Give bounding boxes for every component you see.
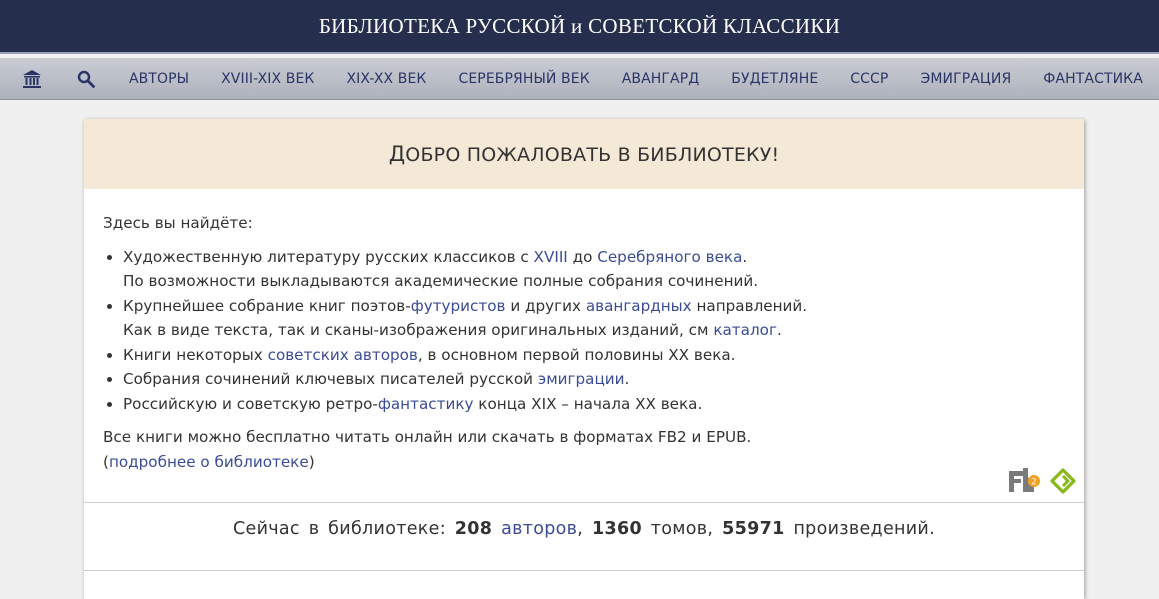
welcome-banner: ДОБРО ПОЖАЛОВАТЬ В БИБЛИОТЕКУ! [84,119,1084,189]
nav-item-avant-garde[interactable]: АВАНГАРД [622,71,700,87]
nav-item-silver-age[interactable]: СЕРЕБРЯНЫЙ ВЕК [458,71,589,87]
nav-item-sci-fi[interactable]: ФАНТАСТИКА [1043,71,1143,87]
fb2-format-icon[interactable]: 2 [1009,468,1042,498]
list-item: Собрания сочинений ключевых писателей ру… [123,367,1065,392]
authors-link[interactable]: авторов [501,519,577,539]
svg-text:2: 2 [1031,478,1037,488]
main-nav: АВТОРЫ XVIII-XIX ВЕК XIX-XX ВЕК СЕРЕБРЯН… [0,58,1159,100]
features-list: Художественную литературу русских класси… [103,245,1065,417]
nav-item-emigration[interactable]: ЭМИГРАЦИЯ [920,71,1011,87]
link-sci-fi[interactable]: фантастику [378,395,474,413]
site-header: БИБЛИОТЕКА РУССКОЙ и СОВЕТСКОЙ КЛАССИКИ [0,0,1159,54]
link-futurists[interactable]: футуристов [411,297,506,315]
welcome-card: ДОБРО ПОЖАЛОВАТЬ В БИБЛИОТЕКУ! Здесь вы … [84,119,1084,599]
list-item: Крупнейшее собрание книг поэтов-футурист… [123,294,1065,343]
list-item: Художественную литературу русских класси… [123,245,1065,294]
divider [84,570,1084,571]
nav-item-budetlyane[interactable]: БУДЕТЛЯНЕ [731,71,818,87]
site-title[interactable]: БИБЛИОТЕКА РУССКОЙ и СОВЕТСКОЙ КЛАССИКИ [319,14,840,39]
library-stats: Сейчас в библиотеке: 208 авторов, 1360 т… [233,519,935,539]
volumes-count: 1360 [592,519,642,539]
intro-content: Здесь вы найдёте: Художественную литерат… [84,189,1084,474]
link-avant-garde[interactable]: авангардных [586,297,692,315]
link-emigration[interactable]: эмиграции [538,370,625,388]
list-item: Книги некоторых советских авторов, в осн… [123,343,1065,368]
nav-item-ussr[interactable]: СССР [850,71,888,87]
welcome-title: ДОБРО ПОЖАЛОВАТЬ В БИБЛИОТЕКУ! [388,142,780,166]
link-18-century[interactable]: XVIII [534,248,568,266]
formats-text: Все книги можно бесплатно читать онлайн … [103,428,752,471]
epub-format-icon[interactable] [1050,468,1076,498]
link-catalog[interactable]: каталог [713,321,777,339]
authors-count: 208 [454,519,493,539]
divider [84,502,1084,503]
nav-item-18-19-century[interactable]: XVIII-XIX ВЕК [221,71,314,87]
nav-item-authors[interactable]: АВТОРЫ [129,71,189,87]
library-building-icon[interactable] [21,68,43,90]
list-item: Российскую и советскую ретро-фантастику … [123,392,1065,417]
search-icon[interactable] [75,68,97,90]
link-about-library[interactable]: подробнее о библиотеке [109,453,309,471]
works-count: 55971 [722,519,785,539]
intro-text: Здесь вы найдёте: [103,214,253,232]
link-silver-age[interactable]: Серебряного века [597,248,742,266]
link-soviet-authors[interactable]: советских авторов [268,346,418,364]
format-icons: 2 [1009,468,1076,498]
nav-item-19-20-century[interactable]: XIX-XX ВЕК [346,71,426,87]
